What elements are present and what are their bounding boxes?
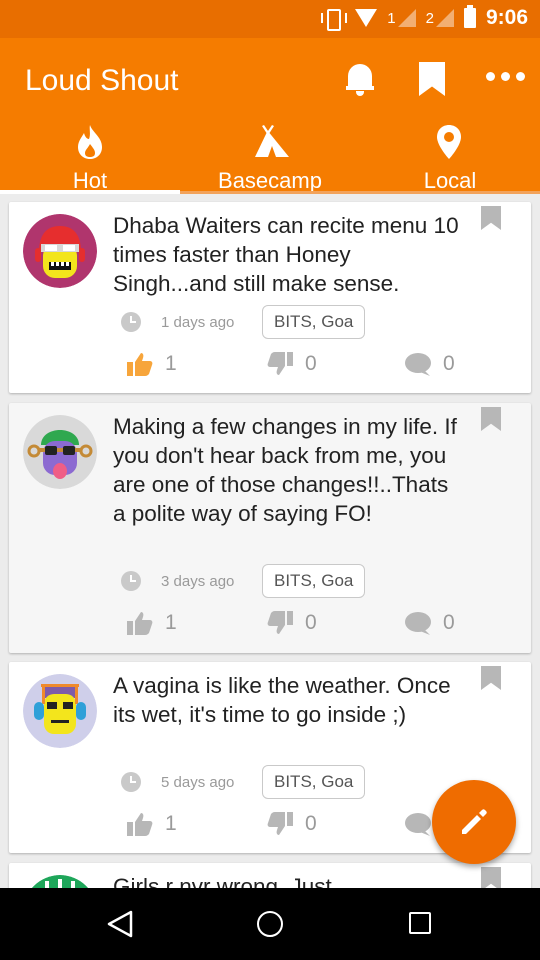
tab-local[interactable]: Local: [360, 120, 540, 194]
thumbs-down-icon: [267, 812, 293, 835]
avatar: [23, 674, 97, 748]
clock: 9:06: [485, 6, 528, 29]
avatar: [23, 415, 97, 489]
like-button[interactable]: 1: [127, 611, 177, 635]
like-count: 1: [165, 352, 177, 375]
like-button[interactable]: 1: [127, 352, 177, 376]
post-card[interactable]: Making a few changes in my life. If you …: [9, 403, 531, 653]
bookmark-icon[interactable]: [481, 407, 501, 431]
avatar: [23, 875, 97, 888]
thumbs-up-icon: [127, 813, 153, 836]
battery-icon: [463, 5, 476, 28]
like-button[interactable]: 1: [127, 812, 177, 836]
like-count: 1: [165, 611, 177, 634]
bookmark-icon[interactable]: [481, 666, 501, 690]
home-icon[interactable]: [257, 911, 283, 937]
flame-icon: [78, 125, 102, 159]
location-tag[interactable]: BITS, Goa: [262, 305, 366, 339]
dislike-button[interactable]: 0: [267, 812, 317, 836]
post-time: 3 days ago: [161, 573, 235, 590]
app-bar: Loud Shout Hot Basecamp Local: [0, 38, 540, 194]
more-icon[interactable]: [486, 72, 525, 81]
post-text: Dhaba Waiters can recite menu 10 times f…: [113, 213, 459, 296]
comment-button[interactable]: 0: [405, 611, 455, 635]
like-count: 1: [165, 812, 177, 835]
post-text: Making a few changes in my life. If you …: [113, 414, 457, 526]
post-text: A vagina is like the weather. Once its w…: [113, 673, 451, 727]
bell-icon[interactable]: [346, 62, 374, 96]
dislike-count: 0: [305, 812, 317, 835]
comment-icon: [405, 813, 431, 836]
dislike-button[interactable]: 0: [267, 352, 317, 376]
wifi-icon: [355, 9, 378, 27]
thumbs-up-icon: [127, 612, 153, 635]
location-pin-icon: [437, 125, 461, 159]
comment-icon: [405, 353, 431, 376]
location-tag[interactable]: BITS, Goa: [262, 564, 366, 598]
clock-icon: [121, 571, 141, 591]
signal-sim1-icon: 1: [387, 9, 416, 27]
comment-button[interactable]: 0: [405, 352, 455, 376]
compose-button[interactable]: [432, 780, 516, 864]
clock-icon: [121, 312, 141, 332]
tent-icon: [255, 125, 289, 157]
pencil-icon: [462, 809, 487, 834]
signal-sim2-icon: 2: [426, 9, 454, 27]
post-card[interactable]: Dhaba Waiters can recite menu 10 times f…: [9, 202, 531, 393]
location-tag[interactable]: BITS, Goa: [262, 765, 366, 799]
thumbs-up-icon: [127, 353, 153, 376]
clock-icon: [121, 772, 141, 792]
tab-basecamp[interactable]: Basecamp: [180, 120, 360, 194]
dislike-count: 0: [305, 352, 317, 375]
dislike-button[interactable]: 0: [267, 611, 317, 635]
post-text: Girls r nvr wrong. Just: [113, 874, 332, 888]
post-time: 1 days ago: [161, 314, 235, 331]
post-card[interactable]: Girls r nvr wrong. Just: [9, 863, 531, 888]
bookmark-icon[interactable]: [419, 62, 445, 96]
tab-hot[interactable]: Hot: [0, 120, 180, 194]
system-nav-bar: [0, 888, 540, 960]
thumbs-down-icon: [267, 352, 293, 375]
dislike-count: 0: [305, 611, 317, 634]
recents-icon[interactable]: [409, 912, 431, 934]
app-title: Loud Shout: [25, 64, 179, 97]
tab-bar: Hot Basecamp Local: [0, 120, 540, 194]
back-icon[interactable]: [106, 910, 134, 938]
thumbs-down-icon: [267, 611, 293, 634]
bookmark-icon[interactable]: [481, 206, 501, 230]
vibrate-icon: [319, 7, 348, 31]
bookmark-icon[interactable]: [481, 867, 501, 888]
avatar: [23, 214, 97, 288]
status-bar: 1 2 9:06: [0, 0, 540, 38]
post-time: 5 days ago: [161, 774, 235, 791]
comment-count: 0: [443, 611, 455, 634]
comment-icon: [405, 612, 431, 635]
comment-count: 0: [443, 352, 455, 375]
